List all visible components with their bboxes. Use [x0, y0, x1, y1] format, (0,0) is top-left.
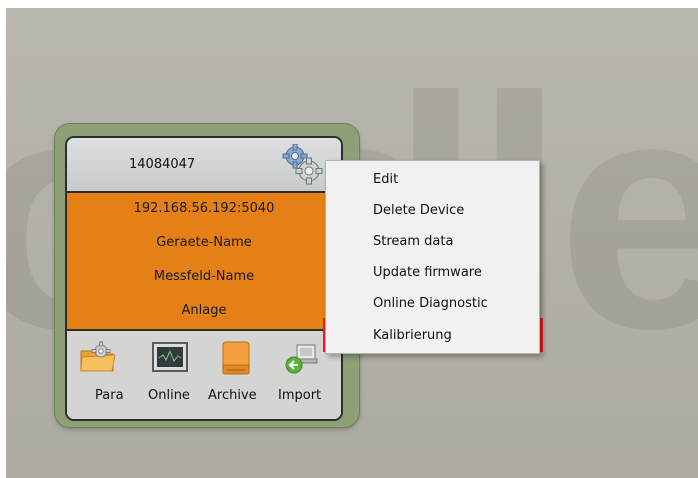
device-tile[interactable]: 14084047 192.168.56.192:5040 Geraete-Nam…: [65, 136, 343, 421]
menu-item-kalibrierung[interactable]: Kalibrierung: [327, 322, 538, 350]
import-icon: [283, 341, 321, 375]
para-label: Para: [95, 388, 124, 403]
device-tile-frame: 14084047 192.168.56.192:5040 Geraete-Nam…: [54, 123, 360, 428]
import-label: Import: [278, 388, 322, 403]
menu-item-stream-data[interactable]: Stream data: [327, 227, 538, 257]
archive-label: Archive: [208, 388, 257, 403]
menu-item-edit[interactable]: Edit: [327, 165, 538, 195]
menu-item-delete-device[interactable]: Delete Device: [327, 196, 538, 226]
device-tile-header: 14084047: [67, 138, 341, 193]
menu-item-update-firmware[interactable]: Update firmware: [327, 258, 538, 288]
device-info-panel: 192.168.56.192:5040 Geraete-Name Messfel…: [67, 193, 341, 331]
drive-icon: [217, 341, 255, 375]
folder-gear-icon: [79, 341, 117, 375]
monitor-icon: [151, 341, 189, 375]
device-serial: 14084047: [129, 157, 196, 172]
menu-item-online-diagnostic[interactable]: Online Diagnostic: [327, 289, 538, 319]
context-menu: Edit Delete Device Stream data Update fi…: [325, 160, 540, 354]
plant-name: Anlage: [181, 303, 227, 318]
device-name: Geraete-Name: [156, 235, 252, 250]
online-label: Online: [148, 388, 190, 403]
device-actions-bar: Para Online Archive Import: [67, 331, 341, 419]
device-address: 192.168.56.192:5040: [133, 201, 275, 216]
settings-gear-icon[interactable]: [281, 143, 325, 188]
measuring-field-name: Messfeld-Name: [153, 269, 255, 284]
